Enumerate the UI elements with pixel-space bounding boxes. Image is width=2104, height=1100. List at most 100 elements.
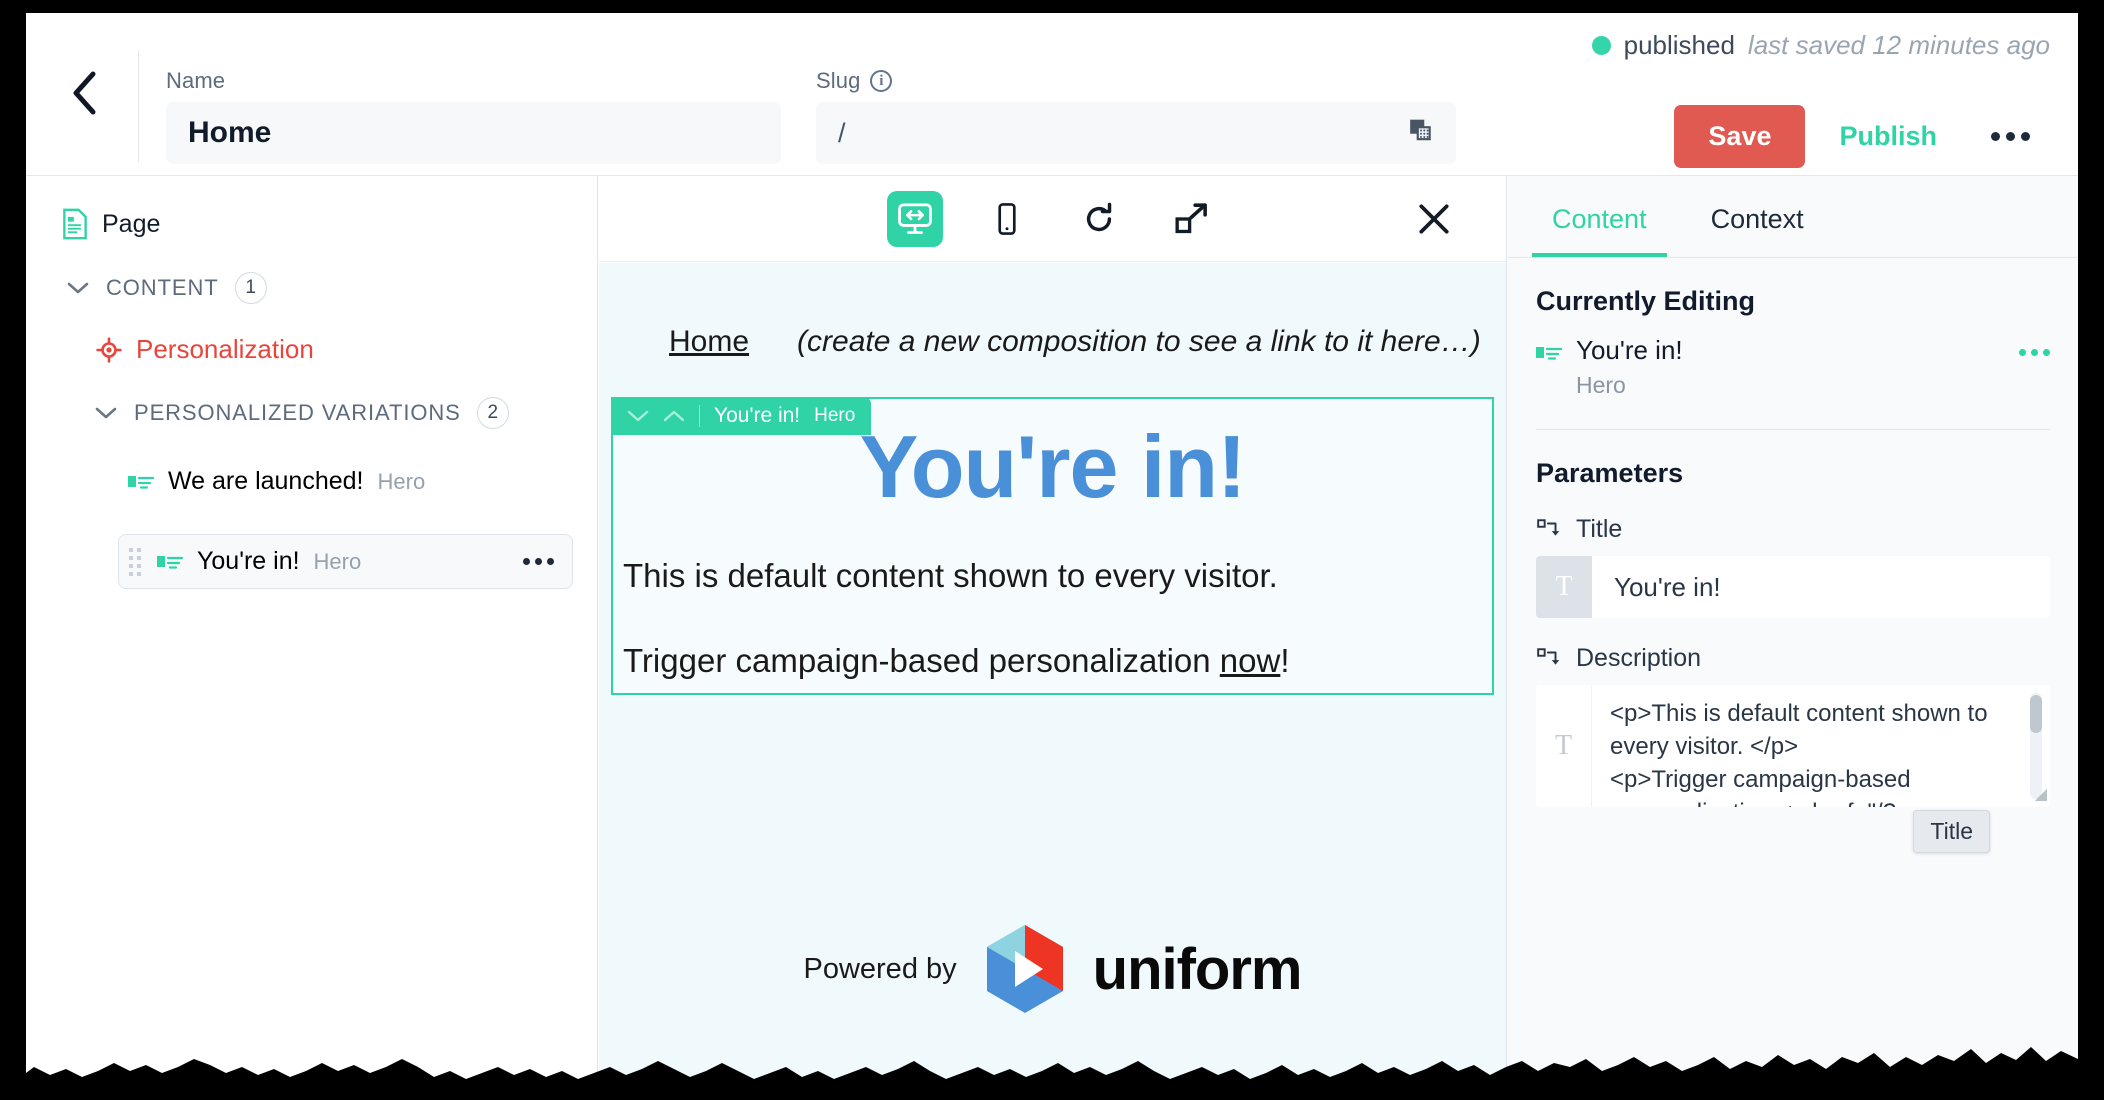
mobile-device-icon: [997, 202, 1016, 235]
content-label: CONTENT: [106, 275, 219, 300]
powered-by-text: Powered by: [803, 952, 957, 985]
back-button[interactable]: [56, 65, 112, 121]
close-icon: [1419, 203, 1449, 234]
sidebar-section-content[interactable]: CONTENT 1: [26, 240, 597, 304]
textarea-scrollbar-thumb[interactable]: [2030, 695, 2042, 733]
overlay-tab-divider: [699, 405, 700, 427]
tab-context[interactable]: Context: [1691, 176, 1824, 257]
preview-nav: Home (create a new composition to see a …: [599, 263, 1506, 359]
list-item[interactable]: You're in! Hero: [118, 534, 573, 589]
info-icon[interactable]: i: [870, 70, 893, 92]
text-type-icon: [1537, 647, 1560, 664]
name-label: Name: [166, 68, 226, 93]
hero-p2-link[interactable]: now: [1220, 642, 1281, 679]
textarea-resize-handle[interactable]: ◢: [2035, 784, 2047, 804]
text-type-icon: [1537, 518, 1560, 535]
preview-panel: Home (create a new composition to see a …: [599, 176, 1507, 1087]
title-tooltip: Title: [1913, 810, 1990, 853]
name-field-group: Name Home: [166, 68, 781, 164]
hero-p2-suffix: !: [1280, 642, 1290, 680]
title-param-label-row: Title: [1536, 515, 2050, 544]
status-badge: published: [1623, 30, 1735, 60]
title-param-input[interactable]: T You're in!: [1536, 556, 2050, 618]
app-window: Name Home Slug i / published last saved …: [26, 13, 2078, 1087]
top-header: Name Home Slug i / published last saved …: [26, 13, 2078, 176]
last-saved-text: last saved 12 minutes ago: [1747, 30, 2050, 60]
chevron-down-icon: [95, 407, 117, 419]
currently-editing-more-button[interactable]: [2019, 349, 2050, 356]
slug-label-wrap: Slug i: [816, 68, 1456, 94]
close-preview-button[interactable]: [1406, 191, 1462, 247]
desktop-responsive-icon: [897, 202, 932, 234]
currently-editing-heading: Currently Editing: [1536, 286, 1756, 316]
uniform-logo-icon: [986, 925, 1063, 1013]
powered-by-footer: Powered by uniform: [599, 923, 1506, 1015]
list-item-more-button[interactable]: [523, 558, 554, 565]
refresh-icon: [1086, 202, 1111, 231]
mobile-device-icon-button[interactable]: [979, 191, 1035, 247]
right-inspector-panel: Content Context Currently Editing You're…: [1508, 176, 2078, 1087]
parameters-heading: Parameters: [1536, 458, 1684, 488]
refresh-icon-button[interactable]: [1071, 191, 1127, 247]
currently-editing-section: Currently Editing You're in! Hero: [1508, 258, 2078, 430]
chevron-down-icon: [67, 282, 89, 294]
publish-button[interactable]: Publish: [1805, 105, 1971, 168]
component-icon: [1536, 347, 1562, 360]
title-param-value: You're in!: [1614, 571, 1721, 602]
variations-count-badge: 2: [476, 397, 509, 429]
preview-canvas: Home (create a new composition to see a …: [599, 263, 1506, 1087]
overlay-tab-title: You're in!: [714, 404, 801, 427]
inspector-tabs: Content Context: [1508, 176, 2078, 258]
open-external-icon-button[interactable]: [1163, 191, 1219, 247]
hero-component[interactable]: You're in! This is default content shown…: [611, 397, 1494, 696]
desktop-responsive-icon-button[interactable]: [886, 190, 943, 247]
hero-paragraph-1: This is default content shown to every v…: [623, 557, 1278, 595]
save-button[interactable]: Save: [1674, 105, 1806, 168]
header-divider: [138, 50, 139, 162]
list-item-type: Hero: [377, 468, 426, 494]
hero-component-wrapper: You're in! Hero You're in! This is defau…: [611, 397, 1494, 696]
target-icon: [96, 336, 122, 363]
description-param-label: Description: [1576, 644, 1702, 672]
drag-handle-icon[interactable]: [129, 547, 141, 576]
sidebar-section-variations[interactable]: PERSONALIZED VARIATIONS 2: [26, 365, 597, 429]
list-item-type: Hero: [313, 548, 362, 574]
content-count-badge: 1: [234, 272, 267, 304]
sidebar-item-page[interactable]: Page: [26, 176, 597, 240]
list-item[interactable]: We are launched! Hero: [118, 455, 573, 508]
name-value: Home: [188, 116, 272, 149]
component-icon: [128, 475, 154, 489]
uniform-brand-text: uniform: [1092, 936, 1303, 1002]
sidebar-item-personalization[interactable]: Personalization: [26, 304, 597, 365]
currently-editing-item[interactable]: You're in! Hero: [1536, 317, 2050, 430]
status-dot-icon: [1591, 36, 1611, 55]
chevron-down-icon[interactable]: [627, 403, 649, 429]
chevron-left-icon: [73, 71, 96, 115]
slug-input[interactable]: /: [816, 102, 1456, 164]
preview-nav-home-link[interactable]: Home: [669, 325, 749, 359]
chevron-up-icon[interactable]: [663, 403, 685, 429]
document-icon: [63, 208, 87, 240]
component-overlay-tab[interactable]: You're in! Hero: [611, 397, 872, 435]
overlay-tab-type: Hero: [814, 405, 856, 426]
name-input[interactable]: Home: [166, 102, 781, 164]
currently-editing-text: You're in! Hero: [1576, 335, 1683, 399]
slug-value: /: [838, 117, 846, 148]
parameters-section: Parameters Title T You're in! Descriptio…: [1508, 430, 2078, 807]
description-param-textarea[interactable]: T <p>This is default content shown to ev…: [1536, 685, 2050, 807]
header-more-button[interactable]: [1971, 120, 2050, 153]
header-actions: Save Publish: [1674, 105, 2050, 168]
currently-editing-title: You're in!: [1576, 335, 1683, 365]
tab-content[interactable]: Content: [1532, 176, 1667, 257]
page-label: Page: [102, 209, 161, 238]
description-param-value: <p>This is default content shown to ever…: [1610, 700, 1988, 807]
slug-label: Slug: [816, 68, 861, 93]
copy-icon[interactable]: [1408, 118, 1434, 149]
status-row: published last saved 12 minutes ago: [1591, 30, 2050, 61]
hero-p2-prefix: Trigger campaign-based personalization: [623, 642, 1220, 680]
list-item-title: We are launched!: [168, 467, 364, 495]
list-item-title: You're in!: [197, 547, 300, 575]
preview-toolbar: [599, 176, 1506, 262]
left-sidebar: Page CONTENT 1 Personalization PERSONALI…: [26, 176, 598, 1087]
hero-paragraph-2: Trigger campaign-based personalization n…: [623, 640, 1482, 683]
